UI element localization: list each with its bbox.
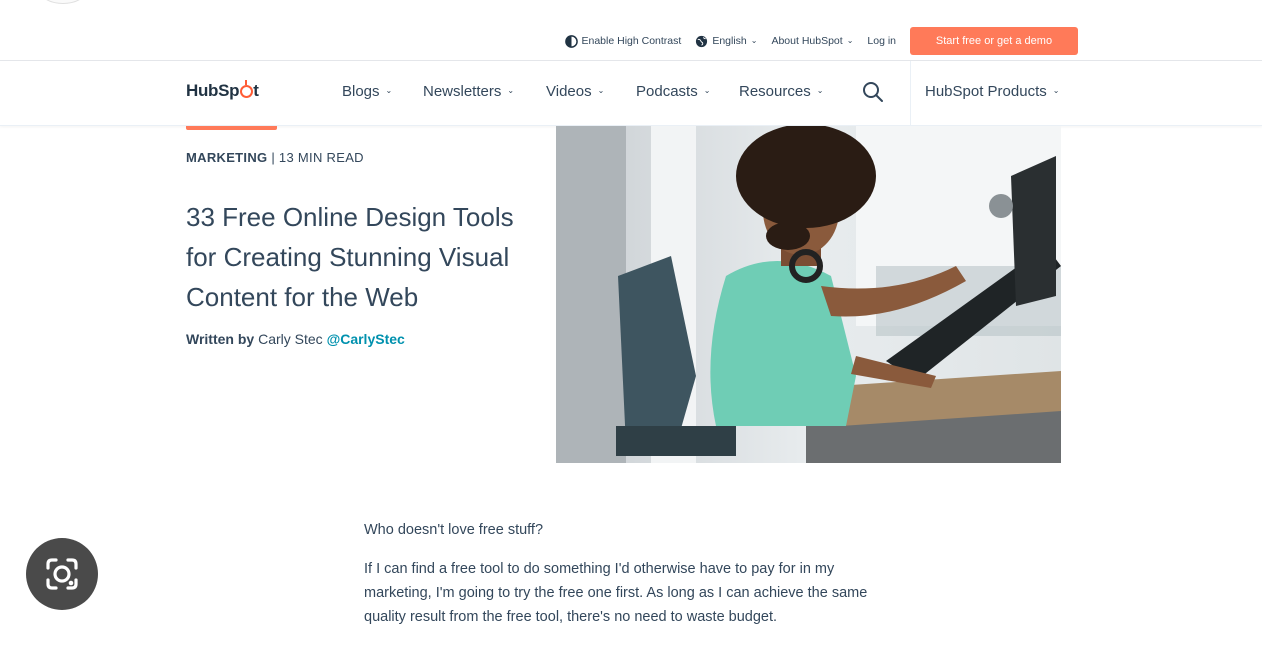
chevron-down-icon: ⌄ (1052, 86, 1060, 95)
nav-item-videos[interactable]: Videos ⌄ (546, 83, 604, 100)
nav-item-label: Videos (546, 83, 592, 100)
article-title: 33 Free Online Design Tools for Creating… (186, 202, 514, 312)
main-nav: HubSp t Blogs ⌄ Newsletters ⌄ Videos ⌄ Po… (0, 61, 1262, 126)
nav-item-resources[interactable]: Resources ⌄ (739, 83, 823, 100)
nav-item-label: Newsletters (423, 83, 502, 100)
nav-item-label: Podcasts (636, 83, 698, 100)
language-label: English (712, 35, 747, 47)
chevron-down-icon: ⌄ (816, 86, 824, 95)
start-free-button[interactable]: Start free or get a demo (910, 27, 1078, 55)
search-button[interactable] (862, 81, 886, 105)
author-handle[interactable]: @CarlyStec (327, 331, 405, 347)
nav-item-newsletters[interactable]: Newsletters ⌄ (423, 83, 514, 100)
nav-item-blogs[interactable]: Blogs ⌄ (342, 83, 392, 100)
topic-accent-bar (186, 126, 277, 130)
google-lens-icon (46, 558, 78, 590)
designer-photo (556, 126, 1061, 463)
nav-item-label: Blogs (342, 83, 380, 100)
globe-icon (696, 35, 708, 47)
sprocket-icon (240, 80, 254, 98)
paragraph: Who doesn't love free stuff? (364, 522, 544, 538)
topic-link[interactable]: MARKETING (186, 150, 267, 165)
login-label: Log in (867, 35, 896, 47)
partial-avatar (40, 0, 86, 4)
utility-nav: Enable High Contrast English ⌄ About Hub… (564, 27, 1078, 55)
high-contrast-toggle[interactable]: Enable High Contrast (564, 34, 682, 48)
logo-text: HubSp (186, 81, 240, 100)
about-hubspot-label: About HubSpot (771, 35, 843, 47)
article-body: Who doesn't love free stuff? If I can fi… (364, 518, 904, 644)
utility-bar: Enable High Contrast English ⌄ About Hub… (0, 0, 1262, 61)
nav-item-label: Resources (739, 83, 811, 100)
logo-text-end: t (253, 81, 259, 100)
login-link[interactable]: Log in (867, 35, 896, 47)
contrast-icon (564, 34, 578, 48)
chevron-down-icon: ⌄ (703, 86, 711, 95)
paragraph: If I can find a free tool to do somethin… (364, 561, 868, 625)
products-label: HubSpot Products (925, 83, 1047, 100)
language-select[interactable]: English ⌄ (695, 35, 757, 48)
byline: Written by Carly Stec @CarlyStec (186, 331, 405, 347)
hubspot-products-menu[interactable]: HubSpot Products ⌄ (925, 83, 1059, 100)
hero-image (556, 126, 1061, 463)
chevron-down-icon: ⌄ (597, 86, 605, 95)
chevron-down-icon: ⌄ (507, 86, 515, 95)
read-time: | 13 MIN READ (271, 150, 364, 165)
chevron-down-icon: ⌄ (750, 35, 758, 45)
google-lens-button[interactable] (26, 538, 98, 610)
article-meta: MARKETING | 13 MIN READ (186, 150, 364, 165)
written-by-label: Written by (186, 331, 255, 347)
nav-item-podcasts[interactable]: Podcasts ⌄ (636, 83, 710, 100)
search-icon (863, 82, 883, 102)
about-hubspot-menu[interactable]: About HubSpot ⌄ (771, 35, 853, 47)
author-name[interactable]: Carly Stec (258, 331, 323, 347)
chevron-down-icon: ⌄ (385, 86, 393, 95)
chevron-down-icon: ⌄ (846, 35, 854, 45)
nav-divider (910, 61, 911, 126)
hubspot-logo[interactable]: HubSp t (186, 80, 259, 101)
high-contrast-label: Enable High Contrast (581, 35, 682, 47)
